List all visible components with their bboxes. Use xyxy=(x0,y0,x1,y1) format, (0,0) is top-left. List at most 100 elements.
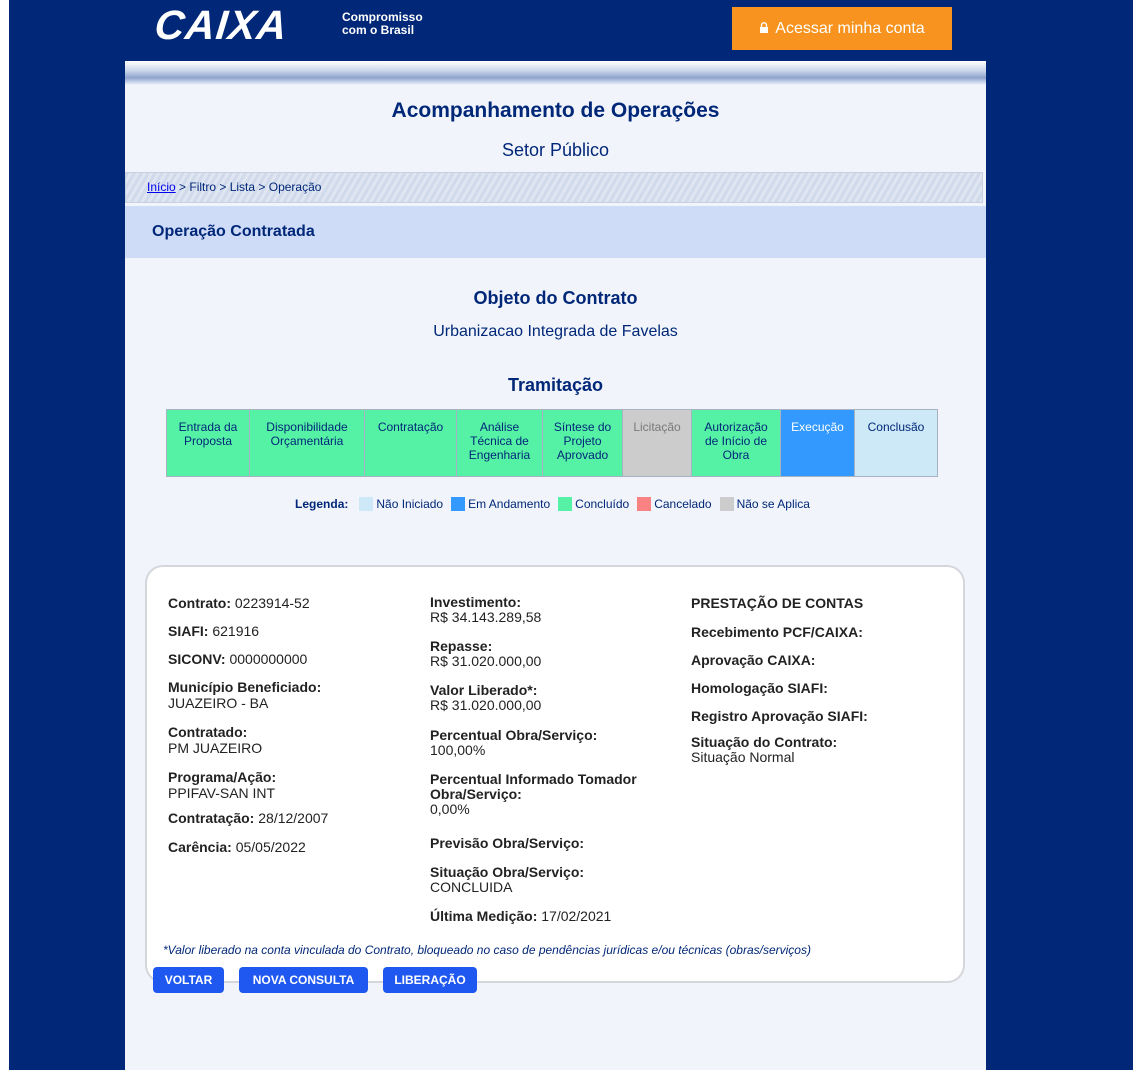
step-label: Contratação xyxy=(377,420,444,434)
field-label: Município Beneficiado: xyxy=(168,679,322,695)
section-header: Operação Contratada xyxy=(125,206,986,258)
voltar-button[interactable]: VOLTAR xyxy=(153,967,224,993)
field-label: SIAFI: xyxy=(168,623,209,639)
field-valor-liberado: Valor Liberado*: R$ 31.020.000,00 xyxy=(430,683,637,728)
contract-object-value: Urbanizacao Integrada de Favelas xyxy=(433,323,678,340)
field-value: 0,00% xyxy=(430,801,470,817)
step-conclusao: Conclusão xyxy=(855,410,937,476)
breadcrumb: Início > Filtro > Lista > Operação xyxy=(125,172,983,203)
prestacao-contas-title: PRESTAÇÃO DE CONTAS xyxy=(691,595,864,611)
legend-swatch xyxy=(451,497,466,511)
step-label: Disponibilidade Orçamentária xyxy=(266,420,348,448)
field-label: Situação Obra/Serviço: xyxy=(430,864,585,880)
access-account-label: Acessar minha conta xyxy=(775,19,925,37)
legend-label: Não Iniciado xyxy=(376,497,444,511)
field-value: 100,00% xyxy=(430,742,486,758)
field-label: Carência: xyxy=(168,839,232,855)
status-legend: Legenda: Não Iniciado Em Andamento Concl… xyxy=(125,497,986,511)
field-value: CONCLUIDA xyxy=(430,879,513,895)
step-label: Entrada da Proposta xyxy=(178,420,238,448)
field-value: R$ 34.143.289,58 xyxy=(430,609,542,625)
field-value: 17/02/2021 xyxy=(541,908,612,924)
field-label: Programa/Ação: xyxy=(168,769,277,785)
step-execucao: Execução xyxy=(781,410,855,476)
step-disponibilidade: Disponibilidade Orçamentária xyxy=(250,410,365,476)
field-value: 0223914-52 xyxy=(234,595,310,611)
field-label: Obra/Serviço: xyxy=(430,786,522,802)
field-contratacao: Contratação: 28/12/2007 xyxy=(168,810,328,839)
panel-top-bar xyxy=(125,61,986,85)
step-label: Execução xyxy=(791,420,844,434)
caixa-logo[interactable]: CAIXA xyxy=(153,2,290,48)
field-previsao: Previsão Obra/Serviço: xyxy=(430,836,637,865)
section-title: Operação Contratada xyxy=(152,223,315,240)
legend-label: Cancelado xyxy=(654,497,712,511)
legend-label: Em Andamento xyxy=(468,497,551,511)
field-programa: Programa/Ação: PPIFAV-SAN INT xyxy=(168,769,328,810)
field-label: Valor Liberado*: xyxy=(430,682,538,698)
step-autorizacao: Autorização de Início de Obra xyxy=(692,410,781,476)
step-label: Conclusão xyxy=(867,420,925,434)
step-analise-tecnica: Análise Técnica de Engenharia xyxy=(457,410,543,476)
legend-label: Concluído xyxy=(575,497,630,511)
field-siconv: SICONV: 0000000000 xyxy=(168,651,328,679)
tramitacao-steps: Entrada da Proposta Disponibilidade Orça… xyxy=(166,409,938,477)
liberacao-button[interactable]: LIBERAÇÃO xyxy=(383,967,477,993)
breadcrumb-trail: > Filtro > Lista > Operação xyxy=(175,180,322,194)
step-label: Licitação xyxy=(633,420,681,434)
field-label: Percentual Informado Tomador xyxy=(430,771,637,787)
field-percentual-tomador: Percentual Informado Tomador Obra/Serviço… xyxy=(430,772,637,836)
step-label: Autorização de Início de Obra xyxy=(704,420,768,462)
access-account-button[interactable]: Acessar minha conta xyxy=(732,7,952,50)
field-repasse: Repasse: R$ 31.020.000,00 xyxy=(430,639,637,683)
field-label: Investimento: xyxy=(430,594,522,610)
step-entrada-proposta: Entrada da Proposta xyxy=(167,410,250,476)
legend-swatch xyxy=(637,497,652,511)
details-column-2: Investimento: R$ 34.143.289,58 Repasse: R$… xyxy=(430,595,637,933)
field-label: Contratado: xyxy=(168,724,248,740)
field-value: 28/12/2007 xyxy=(258,810,329,826)
main-panel: Acompanhamento de Operações Setor Públic… xyxy=(125,61,986,1070)
field-label: Última Medição: xyxy=(430,908,538,924)
step-label: Síntese do Projeto Aprovado xyxy=(553,420,612,462)
field-carencia: Carência: 05/05/2022 xyxy=(168,839,328,867)
field-contrato: Contrato: 0223914-52 xyxy=(168,595,328,623)
field-registro: Registro Aprovação SIAFI: xyxy=(691,708,868,724)
step-licitacao: Licitação xyxy=(623,410,692,476)
field-homologacao: Homologação SIAFI: xyxy=(691,680,828,696)
field-label: Contratação: xyxy=(168,810,255,826)
details-column-3: PRESTAÇÃO DE CONTAS Recebimento PCF/CAIX… xyxy=(691,595,868,765)
page-subtitle: Setor Público xyxy=(501,140,610,160)
field-situacao-obra: Situação Obra/Serviço: CONCLUIDA xyxy=(430,865,637,909)
field-value: Situação Normal xyxy=(691,749,795,765)
field-investimento: Investimento: R$ 34.143.289,58 xyxy=(430,595,637,639)
field-recebimento: Recebimento PCF/CAIXA: xyxy=(691,624,863,640)
tagline-line-2: com o Brasil xyxy=(342,23,415,37)
field-label: Repasse: xyxy=(430,638,493,654)
contract-details-card: Contrato: 0223914-52 SIAFI: 621916 SICON… xyxy=(145,565,965,983)
legend-swatch xyxy=(558,497,573,511)
step-sintese-projeto: Síntese do Projeto Aprovado xyxy=(543,410,623,476)
footnote: *Valor liberado na conta vinculada do Co… xyxy=(163,943,811,957)
breadcrumb-home-link[interactable]: Início xyxy=(147,180,176,194)
field-ultima-medicao: Última Medição: 17/02/2021 xyxy=(430,909,637,933)
step-label: Análise Técnica de Engenharia xyxy=(468,420,531,462)
details-column-1: Contrato: 0223914-52 SIAFI: 621916 SICON… xyxy=(168,595,328,867)
field-value: JUAZEIRO - BA xyxy=(168,695,269,711)
step-contratacao: Contratação xyxy=(365,410,457,476)
field-value: PM JUAZEIRO xyxy=(168,740,263,756)
field-label: Contrato: xyxy=(168,595,231,611)
tramitacao-title: Tramitação xyxy=(507,375,604,395)
field-label: Previsão Obra/Serviço: xyxy=(430,835,585,851)
legend-swatch xyxy=(719,497,734,511)
field-value: PPIFAV-SAN INT xyxy=(168,785,276,801)
field-aprovacao: Aprovação CAIXA: xyxy=(691,652,816,668)
lock-icon xyxy=(760,22,769,33)
field-value: 621916 xyxy=(212,623,260,639)
field-value: 0000000000 xyxy=(229,651,308,667)
contract-object-title: Objeto do Contrato xyxy=(473,288,638,308)
page-title: Acompanhamento de Operações xyxy=(391,99,720,122)
nova-consulta-button[interactable]: NOVA CONSULTA xyxy=(239,967,368,993)
field-value: R$ 31.020.000,00 xyxy=(430,653,542,669)
field-municipio: Município Beneficiado: JUAZEIRO - BA xyxy=(168,679,328,724)
